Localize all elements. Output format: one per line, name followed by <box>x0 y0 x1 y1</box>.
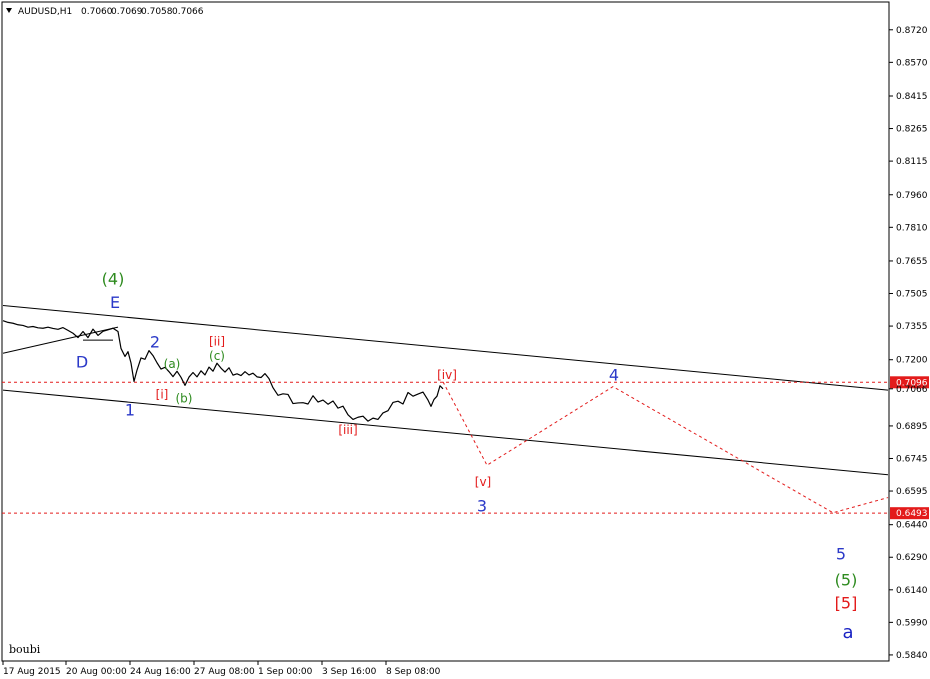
wave-label: (5) <box>835 570 858 589</box>
y-tick-label: 0.5990 <box>896 618 928 628</box>
ohlc-high: 0.7069 <box>111 7 143 17</box>
wave-label: 2 <box>150 332 160 351</box>
wave-label: [iv] <box>437 368 457 382</box>
y-tick-label: 0.6895 <box>896 422 928 432</box>
wave-label: (b) <box>176 392 193 406</box>
wave-label: [v] <box>475 475 491 489</box>
y-tick-label: 0.7655 <box>896 257 928 267</box>
y-tick-label: 0.7505 <box>896 290 928 300</box>
chart-header: AUDUSD,H1 0.7060 0.7069 0.7058 0.7066 <box>6 7 204 17</box>
wave-label: a <box>842 622 853 643</box>
x-tick-label: 3 Sep 16:00 <box>322 667 377 677</box>
wave-label: [iii] <box>338 423 357 437</box>
x-tick-label: 17 Aug 2015 <box>3 667 61 677</box>
price-chart: 0.70960.6493 (4)ED21[ii](c)(a)[i] (b)[iii… <box>1 1 929 677</box>
ohlc-low: 0.7058 <box>141 7 173 17</box>
y-tick-label: 0.5840 <box>896 651 928 661</box>
y-tick-label: 0.7810 <box>896 223 928 233</box>
ohlc-open: 0.7060 <box>81 7 113 17</box>
y-tick-label: 0.7355 <box>896 322 928 332</box>
wave-label: 1 <box>125 401 135 420</box>
y-tick-label: 0.6140 <box>896 586 928 596</box>
y-tick-label: 0.8570 <box>896 58 928 68</box>
y-axis: 0.8720 0.8570 0.8415 0.8265 0.8115 0.7960 0.78… <box>889 26 928 661</box>
wave-label: (4) <box>102 269 125 288</box>
y-tick-label: 0.6440 <box>896 521 928 531</box>
x-tick-label: 27 Aug 08:00 <box>194 667 255 677</box>
wave-label: 5 <box>836 545 846 564</box>
wave-label: [ii] <box>209 334 225 348</box>
y-tick-label: 0.6745 <box>896 454 928 464</box>
plot-area <box>1 1 890 662</box>
wave-label: 4 <box>609 366 619 385</box>
wave-label: 3 <box>477 496 487 515</box>
wave-label: E <box>110 293 120 312</box>
ohlc-close: 0.7066 <box>172 7 204 17</box>
wave-label: (a) <box>164 357 181 371</box>
wave-label: [5] <box>835 594 858 613</box>
symbol-label: AUDUSD,H1 <box>18 7 72 17</box>
wave-label: [i] <box>156 388 169 402</box>
y-tick-label: 0.7066 <box>896 385 928 395</box>
y-tick-label: 0.8115 <box>896 157 928 167</box>
y-tick-label: 0.8265 <box>896 125 928 135</box>
wave-label: (c) <box>209 349 225 363</box>
y-tick-label: 0.7960 <box>896 191 928 201</box>
watermark: boubi <box>9 643 41 656</box>
x-tick-label: 1 Sep 00:00 <box>258 667 313 677</box>
y-tick-label: 0.6595 <box>896 487 928 497</box>
x-tick-label: 24 Aug 16:00 <box>130 667 191 677</box>
y-tick-label: 0.7200 <box>896 356 928 366</box>
y-tick-label: 0.8415 <box>896 92 928 102</box>
x-axis: 17 Aug 2015 20 Aug 00:00 24 Aug 16:00 27 Au… <box>2 661 441 677</box>
level-price-label: 0.6493 <box>896 509 928 519</box>
wave-label: D <box>76 352 88 371</box>
x-tick-label: 8 Sep 08:00 <box>386 667 441 677</box>
y-tick-label: 0.6290 <box>896 553 928 563</box>
x-tick-label: 20 Aug 00:00 <box>66 667 127 677</box>
y-tick-label: 0.8720 <box>896 26 928 36</box>
